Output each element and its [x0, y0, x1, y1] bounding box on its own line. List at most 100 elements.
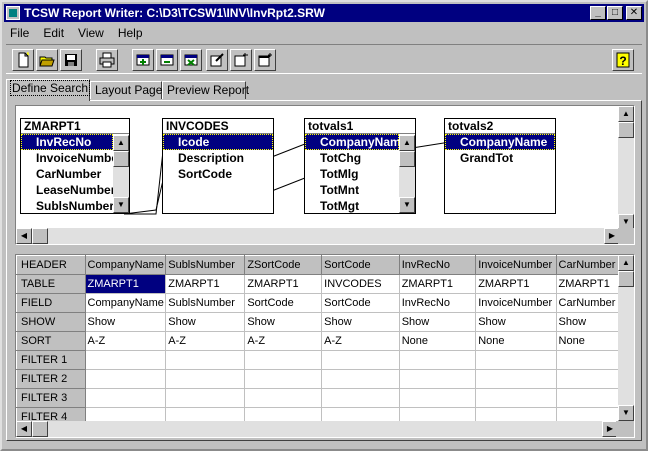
- table-field[interactable]: InvoiceNumber: [21, 150, 113, 166]
- scroll-thumb[interactable]: [399, 151, 415, 167]
- column-header[interactable]: ZSortCode: [244, 255, 323, 275]
- close-button[interactable]: ✕: [626, 6, 642, 20]
- grid-cell-filter[interactable]: [321, 369, 400, 389]
- grid-cell-filter[interactable]: [321, 388, 400, 408]
- grid-cell-show[interactable]: Show: [165, 312, 246, 332]
- grid-cell-filter[interactable]: [399, 350, 477, 370]
- grid-cell-filter[interactable]: [399, 388, 477, 408]
- grid-vscrollbar[interactable]: ▲ ▼: [618, 255, 634, 421]
- title-bar[interactable]: TCSW Report Writer: C:\D3\TCSW1\INV\InvR…: [4, 4, 644, 22]
- add-table-button[interactable]: [132, 49, 154, 71]
- column-header[interactable]: SublsNumber: [165, 255, 246, 275]
- grid-cell-show[interactable]: Show: [475, 312, 557, 332]
- grid-cell-filter[interactable]: [85, 350, 167, 370]
- save-disk-button[interactable]: [60, 49, 82, 71]
- scroll-thumb[interactable]: [32, 228, 48, 244]
- scroll-down-icon[interactable]: ▼: [618, 405, 634, 421]
- grid-cell-show[interactable]: Show: [321, 312, 400, 332]
- column-header[interactable]: InvRecNo: [398, 255, 477, 275]
- print-button[interactable]: [96, 49, 118, 71]
- grid-cell-filter[interactable]: [244, 388, 323, 408]
- table-field[interactable]: GrandTot: [445, 150, 555, 166]
- grid-cell-sort[interactable]: A-Z: [165, 331, 246, 351]
- grid-cell-field[interactable]: SortCode: [321, 293, 400, 313]
- scroll-up-icon[interactable]: ▲: [399, 135, 415, 151]
- scroll-thumb[interactable]: [113, 151, 129, 167]
- table-field[interactable]: TotMgt: [305, 198, 399, 214]
- grid-cell-field[interactable]: InvoiceNumber: [475, 293, 557, 313]
- delete-table-button[interactable]: [180, 49, 202, 71]
- grid-cell-sort[interactable]: A-Z: [321, 331, 400, 351]
- table-field[interactable]: SublsNumber: [21, 198, 113, 214]
- grid-cell-filter[interactable]: [321, 350, 400, 370]
- grid-cell-filter[interactable]: [399, 369, 477, 389]
- minimize-button[interactable]: _: [590, 6, 606, 20]
- grid-cell-show[interactable]: Show: [244, 312, 323, 332]
- table-field[interactable]: Description: [163, 150, 273, 166]
- table-field[interactable]: InvRecNo: [21, 134, 113, 150]
- table-vscrollbar[interactable]: ▲ ▼: [399, 135, 415, 213]
- scroll-thumb[interactable]: [618, 271, 634, 287]
- grid-cell-filter[interactable]: [244, 350, 323, 370]
- app-icon[interactable]: [6, 6, 20, 20]
- window-button[interactable]: [254, 49, 276, 71]
- table-field[interactable]: LeaseNumber: [21, 182, 113, 198]
- tab-layout-page[interactable]: Layout Page: [90, 81, 162, 99]
- grid-cell-field[interactable]: SublsNumber: [165, 293, 246, 313]
- open-folder-button[interactable]: [36, 49, 58, 71]
- scroll-down-icon[interactable]: ▼: [113, 197, 129, 213]
- grid-cell-field[interactable]: SortCode: [244, 293, 323, 313]
- scroll-left-icon[interactable]: ◀: [16, 421, 32, 437]
- grid-cell-filter[interactable]: [165, 369, 246, 389]
- tab-preview-report[interactable]: Preview Report: [162, 81, 249, 99]
- scroll-up-icon[interactable]: ▲: [618, 255, 634, 271]
- new-item-button[interactable]: [230, 49, 252, 71]
- scroll-left-icon[interactable]: ◀: [16, 228, 32, 244]
- grid-cell-filter[interactable]: [85, 369, 167, 389]
- grid-cell-sort[interactable]: None: [399, 331, 477, 351]
- remove-table-button[interactable]: [156, 49, 178, 71]
- new-button[interactable]: [12, 49, 34, 71]
- grid-cell-table[interactable]: ZMARPT1: [85, 274, 167, 294]
- help-button[interactable]: ?: [612, 49, 634, 71]
- menu-view[interactable]: View: [70, 26, 110, 40]
- table-field[interactable]: TotMnt: [305, 182, 399, 198]
- scroll-down-icon[interactable]: ▼: [399, 197, 415, 213]
- grid-cell-table[interactable]: ZMARPT1: [399, 274, 477, 294]
- table-box-zmarpt1[interactable]: ZMARPT1InvRecNoInvoiceNumberCarNumberLea…: [20, 118, 130, 214]
- grid-cell-filter[interactable]: [475, 388, 557, 408]
- table-box-totvals1[interactable]: totvals1 CompanyName TotChg TotMlg TotMnt Tot…: [304, 118, 416, 214]
- table-field[interactable]: SortCode: [163, 166, 273, 182]
- edit-properties-button[interactable]: [206, 49, 228, 71]
- table-field[interactable]: CompanyName: [445, 134, 555, 150]
- grid-cell-show[interactable]: Show: [85, 312, 167, 332]
- grid-cell-filter[interactable]: [165, 350, 246, 370]
- grid-cell-filter[interactable]: [244, 369, 323, 389]
- grid-cell-table[interactable]: INVCODES: [321, 274, 400, 294]
- table-vscrollbar[interactable]: ▲ ▼: [113, 135, 129, 213]
- design-hscrollbar[interactable]: ◀ ▶: [16, 228, 620, 244]
- scroll-thumb[interactable]: [32, 421, 48, 437]
- grid-cell-table[interactable]: ZMARPT1: [475, 274, 557, 294]
- grid-cell-filter[interactable]: [165, 388, 246, 408]
- grid-hscrollbar[interactable]: ◀ ▶: [16, 421, 618, 437]
- scroll-thumb[interactable]: [618, 122, 634, 138]
- table-field[interactable]: CarNumber: [21, 166, 113, 182]
- scroll-up-icon[interactable]: ▲: [618, 106, 634, 122]
- table-field[interactable]: CompanyName: [305, 134, 399, 150]
- tab-define-search[interactable]: Define Search: [6, 79, 91, 101]
- design-vscrollbar[interactable]: ▲ ▼: [618, 106, 634, 230]
- grid-cell-sort[interactable]: A-Z: [85, 331, 167, 351]
- grid-cell-field[interactable]: InvRecNo: [399, 293, 477, 313]
- grid-cell-sort[interactable]: None: [475, 331, 557, 351]
- column-header[interactable]: InvoiceNumber: [475, 255, 557, 275]
- column-header[interactable]: SortCode: [321, 255, 400, 275]
- grid-cell-sort[interactable]: A-Z: [244, 331, 323, 351]
- table-field[interactable]: TotChg: [305, 150, 399, 166]
- table-field[interactable]: Icode: [163, 134, 273, 150]
- grid-cell-table[interactable]: ZMARPT1: [165, 274, 246, 294]
- menu-help[interactable]: Help: [110, 26, 149, 40]
- table-field[interactable]: TotMlg: [305, 166, 399, 182]
- grid-cell-filter[interactable]: [85, 388, 167, 408]
- column-header[interactable]: CompanyName: [84, 255, 167, 275]
